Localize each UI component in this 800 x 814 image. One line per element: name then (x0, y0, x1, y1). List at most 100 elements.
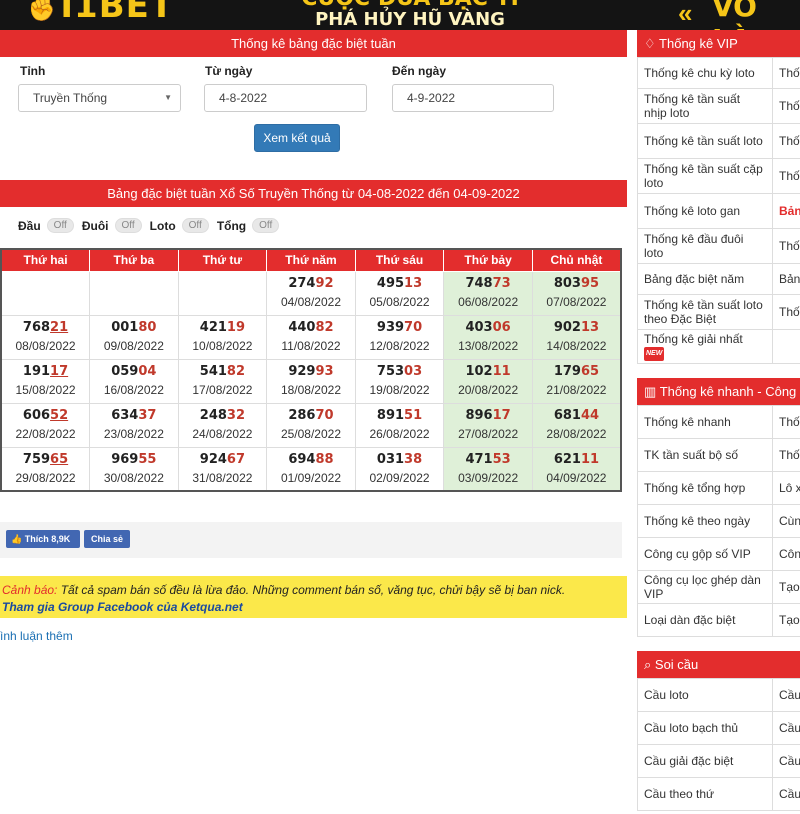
draw-date: 10/08/2022 (192, 339, 253, 353)
warning-box: Cảnh báo: Tất cả spam bán số đều là lừa … (0, 576, 627, 618)
sidebar-item-name[interactable]: Cầu giải đặc biệt (637, 743, 773, 778)
sidebar-item-desc: Tạo c (772, 602, 800, 637)
sidebar-item-label: Thống kê tần suất loto theo Đặc Biệt (644, 298, 763, 326)
sidebar-item[interactable]: Thống kê giải nhất NEW (637, 329, 800, 364)
sidebar-item[interactable]: Bảng đặc biệt năm Bảng (637, 263, 800, 295)
special-number: 54182 (179, 363, 267, 381)
sidebar-item-desc: Cầu l (772, 710, 800, 745)
sidebar-item-name[interactable]: Thống kê tần suất cặp loto (637, 158, 773, 194)
sidebar-item-name[interactable]: Thống kê tần suất nhịp loto (637, 88, 773, 124)
from-date-input[interactable]: 4-8-2022 (204, 84, 367, 112)
sidebar-item-name[interactable]: Cầu loto bạch thủ (637, 710, 773, 745)
sidebar-item-name[interactable]: Thống kê loto gan (637, 193, 773, 229)
toggle-switch[interactable]: Off (46, 218, 74, 233)
sidebar-item[interactable]: Thống kê tổng hợp Lô xi (637, 470, 800, 505)
sidebar-item-label: Thống kê tần suất nhịp loto (644, 92, 741, 120)
sidebar-item-name[interactable]: Công cụ lọc ghép dàn VIP (637, 569, 773, 604)
sidebar-item[interactable]: Công cụ lọc ghép dàn VIP Tạo r (637, 569, 800, 604)
sidebar-item[interactable]: Loại dàn đặc biệt Tạo c (637, 602, 800, 637)
sidebar-item-name[interactable]: Cầu loto (637, 677, 773, 712)
sidebar-item[interactable]: Cầu loto Cầu l (637, 677, 800, 712)
sidebar-item-name[interactable]: Thống kê nhanh (637, 404, 773, 439)
province-select[interactable]: Truyền Thống ▼ (18, 84, 181, 112)
sidebar-item-name[interactable]: Bảng đặc biệt năm (637, 263, 773, 295)
result-cell: 74873 06/08/2022 (443, 270, 533, 316)
special-number: 75965 (2, 451, 89, 469)
sidebar-item-name[interactable]: Thống kê tần suất loto (637, 123, 773, 159)
sidebar-item-label: Thống kê tổng hợp (644, 480, 746, 495)
number-head: 191 (22, 364, 51, 379)
special-number: 89617 (444, 407, 532, 425)
toggle-switch[interactable]: Off (252, 218, 280, 233)
warning-text: Tất cả spam bán số đều là lừa đảo. Những… (57, 583, 566, 597)
sidebar-item[interactable]: Thống kê đầu đuôi loto Thốn (637, 228, 800, 264)
result-cell: 10211 20/08/2022 (443, 358, 533, 404)
sidebar-item-name[interactable]: Thống kê chu kỳ loto (637, 57, 773, 89)
number-head: 753 (376, 364, 405, 379)
sidebar-item-name[interactable]: Loại dàn đặc biệt (637, 602, 773, 637)
sidebar-item-desc: Thốn dàn c (772, 158, 800, 194)
filter-form: Tỉnh Từ ngày Đến ngày Truyền Thống ▼ 4-8… (0, 57, 627, 177)
sidebar-item-name[interactable]: Thống kê tổng hợp (637, 470, 773, 505)
sidebar-item[interactable]: Thống kê theo ngày Cùng (637, 503, 800, 538)
sidebar-item-name[interactable]: Thống kê tần suất loto theo Đặc Biệt (637, 294, 773, 330)
number-tail: 80 (138, 320, 157, 335)
warning-lead: Cảnh báo: (2, 583, 58, 597)
sidebar-item[interactable]: Thống kê chu kỳ loto Thốn (637, 57, 800, 89)
facebook-like-button[interactable]: 👍 Thích 8,9K (6, 530, 80, 548)
sidebar-item[interactable]: Công cụ gộp số VIP Công (637, 536, 800, 571)
results-header: Bảng đặc biệt tuần Xổ Số Truyền Thống từ… (0, 180, 627, 207)
sidebar-item[interactable]: Thống kê tần suất loto Thốn loto (637, 123, 800, 159)
number-tail: 04 (138, 364, 157, 379)
number-head: 896 (465, 408, 493, 423)
number-head: 759 (22, 451, 51, 467)
to-date-input[interactable]: 4-9-2022 (392, 84, 554, 112)
number-head: 031 (376, 451, 405, 467)
sidebar-item[interactable]: Thống kê loto gan Bảng (637, 193, 800, 229)
quick-header: ▥ Thống kê nhanh - Công (637, 377, 800, 405)
draw-date: 09/08/2022 (103, 339, 164, 353)
special-number: 49513 (356, 275, 444, 293)
sidebar-item-name[interactable]: Thống kê đầu đuôi loto (637, 228, 773, 264)
sidebar-item-desc: Lô xi (772, 470, 800, 505)
result-cell (177, 270, 268, 316)
toggle-switch[interactable]: Off (114, 218, 142, 233)
facebook-share-button[interactable]: Chia sẻ (84, 530, 130, 548)
sidebar-item[interactable]: Cầu giải đặc biệt Cầu c (637, 743, 800, 778)
number-head: 001 (111, 320, 139, 335)
draw-date: 12/08/2022 (369, 339, 430, 353)
toggle-switch[interactable]: Off (181, 218, 209, 233)
sidebar-item[interactable]: Thống kê tần suất loto theo Đặc Biệt Thốn… (637, 294, 800, 330)
special-number: 90213 (533, 319, 620, 337)
number-tail: 93 (315, 364, 334, 379)
view-results-button[interactable]: Xem kết quả (254, 124, 340, 152)
result-cell: 92993 18/08/2022 (266, 358, 356, 404)
sidebar-item[interactable]: Cầu loto bạch thủ Cầu l (637, 710, 800, 745)
number-tail: 73 (492, 276, 511, 291)
sidebar-item-name[interactable]: TK tần suất bộ số (637, 437, 773, 472)
sidebar-item-desc: Thốn (772, 404, 800, 439)
sidebar-item-name[interactable]: Thống kê theo ngày (637, 503, 773, 538)
draw-date: 29/08/2022 (15, 470, 76, 485)
more-comments-link[interactable]: ình luận thêm (0, 629, 73, 643)
sidebar-item-name[interactable]: Công cụ gộp số VIP (637, 536, 773, 571)
facebook-group-link[interactable]: Tham gia Group Facebook của Ketqua.net (2, 600, 243, 614)
sidebar-item[interactable]: Thống kê nhanh Thốn (637, 404, 800, 439)
sidebar-item-desc: Thốn (772, 57, 800, 89)
sidebar-item[interactable]: TK tần suất bộ số Thốn (637, 437, 800, 472)
result-cell: 44082 11/08/2022 (266, 314, 356, 360)
draw-date: 05/08/2022 (369, 295, 430, 309)
sidebar-item[interactable]: Thống kê tần suất cặp loto Thốn dàn c (637, 158, 800, 194)
banner-cta[interactable]: VÔ LÀ (712, 0, 800, 30)
special-number: 75303 (356, 363, 444, 381)
promo-banner[interactable]: ✊I1BET CUỘC ĐUA BẠC TỈ PHÁ HỦY HŨ VÀNG «… (0, 0, 800, 30)
sidebar-item-label: Bảng đặc biệt năm (644, 272, 745, 286)
sidebar-item-name[interactable]: Cầu theo thứ (637, 776, 773, 811)
sidebar-item-label: Thống kê đầu đuôi loto (644, 232, 744, 260)
sidebar-item[interactable]: Cầu theo thứ Cầu t (637, 776, 800, 811)
draw-date: 04/09/2022 (546, 470, 607, 485)
sidebar-item[interactable]: Thống kê tần suất nhịp loto Thốn đặc b (637, 88, 800, 124)
result-cell: 80395 07/08/2022 (531, 270, 622, 316)
special-number: 42119 (179, 319, 267, 337)
sidebar-item-name[interactable]: Thống kê giải nhất NEW (637, 329, 773, 364)
